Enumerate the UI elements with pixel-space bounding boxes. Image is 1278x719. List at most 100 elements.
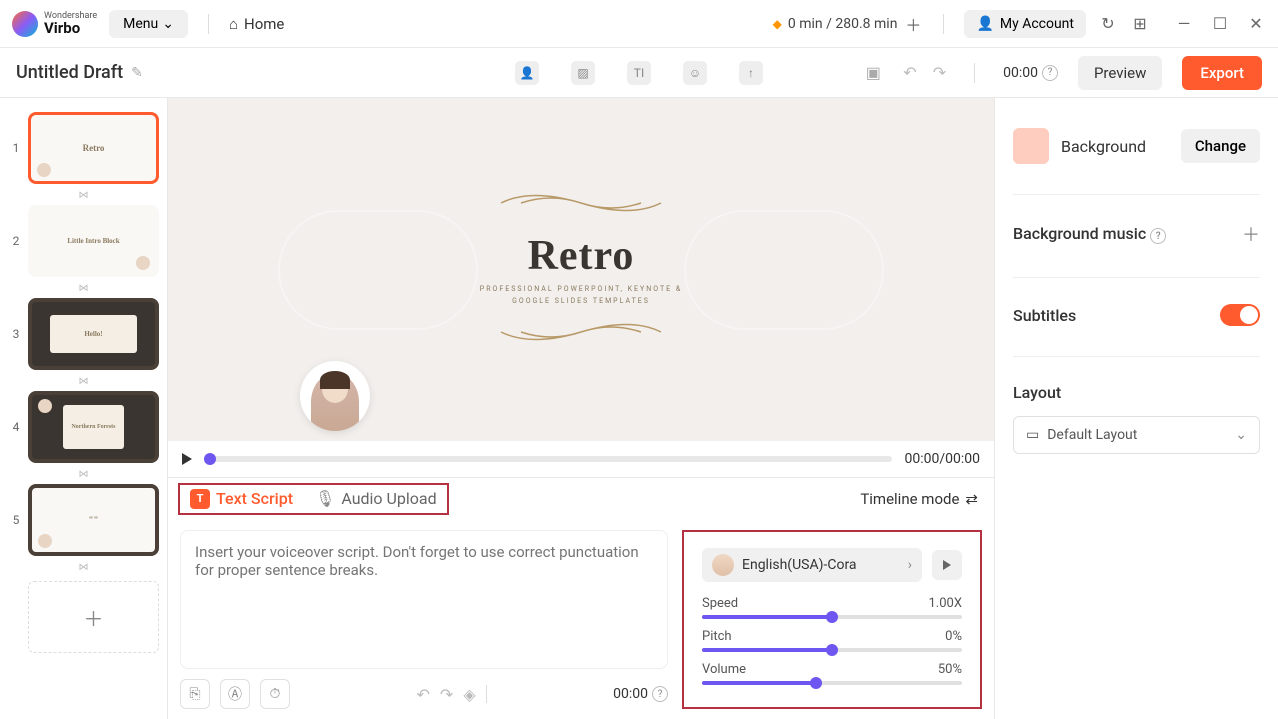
pause-tool[interactable]: ⏱ (260, 679, 290, 709)
slide-connector-icon: ⋈ (8, 283, 159, 294)
slider-knob[interactable] (826, 644, 838, 656)
voice-avatar-icon (712, 554, 734, 576)
slide-thumbnail[interactable]: Retro (28, 112, 159, 184)
thumb-title: Retro (83, 143, 105, 153)
slide-item[interactable]: 5 "" (8, 484, 159, 556)
progress-knob[interactable] (204, 453, 216, 465)
mic-icon: 🎙 (315, 489, 335, 508)
slide-item[interactable]: 3 Hello! (8, 298, 159, 370)
change-background-button[interactable]: Change (1181, 129, 1260, 163)
slide-thumbnail[interactable]: Little Intro Block (28, 205, 159, 277)
pitch-control: Pitch0% (702, 629, 962, 652)
layout-heading: Layout (1013, 383, 1260, 402)
slider-knob[interactable] (826, 611, 838, 623)
usage-time: ◆ 0 min / 280.8 min ＋ (773, 14, 924, 34)
background-row: Background Change (1013, 128, 1260, 164)
menu-button[interactable]: Menu ⌄ (109, 10, 188, 38)
volume-slider[interactable] (702, 681, 962, 685)
layout-section: Layout ▭ Default Layout ⌄ (1013, 383, 1260, 454)
edit-icon[interactable]: ✎ (131, 65, 143, 81)
minimize-button[interactable]: — (1174, 14, 1194, 34)
slide-title: Retro (480, 232, 682, 280)
decoration-swirl (278, 210, 478, 330)
pitch-slider[interactable] (702, 648, 962, 652)
play-button[interactable] (182, 453, 192, 465)
close-button[interactable]: ✕ (1246, 14, 1266, 34)
script-panel: T Text Script 🎙 Audio Upload Timeline mo… (168, 477, 994, 719)
voice-selector[interactable]: English(USA)-Cora › (702, 548, 922, 582)
refresh-button[interactable]: ↻ (1098, 14, 1118, 34)
slide-number: 4 (8, 420, 24, 434)
slide-thumbnail[interactable]: "" (28, 484, 159, 556)
text-tool-icon[interactable]: TI (627, 61, 651, 85)
avatar-element[interactable] (300, 361, 370, 431)
undo-button[interactable]: ↶ (903, 63, 916, 82)
layout-selector[interactable]: ▭ Default Layout ⌄ (1013, 416, 1260, 454)
slider-knob[interactable] (810, 677, 822, 689)
thumb-title: "" (89, 515, 99, 525)
layout-value: Default Layout (1047, 427, 1137, 443)
background-swatch[interactable] (1013, 128, 1049, 164)
subtitles-toggle[interactable] (1220, 304, 1260, 326)
slide-number: 2 (8, 234, 24, 248)
tabs-highlight-box: T Text Script 🎙 Audio Upload (178, 483, 449, 515)
apps-button[interactable]: ⊞ (1130, 14, 1150, 34)
draft-title[interactable]: Untitled Draft ✎ (16, 62, 143, 83)
slide-number: 3 (8, 327, 24, 341)
pitch-label: Pitch (702, 629, 732, 644)
thumb-title: Little Intro Block (67, 237, 119, 245)
export-button[interactable]: Export (1182, 56, 1262, 90)
ai-tool[interactable]: Ⓐ (220, 679, 250, 709)
divider (974, 63, 975, 83)
voice-preview-button[interactable] (932, 550, 962, 580)
main-area: 1 Retro ⋈ 2 Little Intro Block ⋈ 3 Hello… (0, 98, 1278, 719)
diamond-icon: ◆ (773, 17, 782, 31)
add-slide-button[interactable]: ＋ (28, 581, 159, 653)
slides-panel: 1 Retro ⋈ 2 Little Intro Block ⋈ 3 Hello… (0, 98, 168, 719)
tag-tool[interactable]: ◈ (463, 685, 475, 704)
slide-item[interactable]: 1 Retro (8, 112, 159, 184)
speed-label: Speed (702, 596, 738, 611)
home-button[interactable]: ⌂ Home (229, 15, 284, 33)
account-button[interactable]: 👤 My Account (964, 10, 1086, 38)
maximize-button[interactable]: ☐ (1210, 14, 1230, 34)
slide-item[interactable]: 2 Little Intro Block (8, 205, 159, 277)
slide-connector-icon: ⋈ (8, 190, 159, 201)
script-undo[interactable]: ↶ (417, 685, 430, 704)
script-input-area: ⎘ Ⓐ ⏱ ↶ ↷ ◈ 00:00 ? (180, 530, 668, 709)
help-icon[interactable]: ? (1042, 65, 1058, 81)
tab-text-script[interactable]: T Text Script (190, 489, 293, 509)
home-label: Home (244, 15, 284, 33)
slide-thumbnail[interactable]: Northern Forests (28, 391, 159, 463)
slide-subtitle: PROFESSIONAL POWERPOINT, KEYNOTE &GOOGLE… (480, 284, 682, 306)
progress-slider[interactable] (204, 456, 892, 462)
redo-button[interactable]: ↷ (933, 63, 946, 82)
swap-icon: ⇄ (965, 490, 978, 508)
volume-control: Volume50% (702, 662, 962, 685)
timeline-label: Timeline mode (860, 490, 959, 508)
translate-tool[interactable]: ⎘ (180, 679, 210, 709)
avatar-tool-icon[interactable]: 👤 (515, 61, 539, 85)
tab-audio-upload[interactable]: 🎙 Audio Upload (315, 489, 437, 508)
draft-title-text: Untitled Draft (16, 62, 123, 83)
help-icon[interactable]: ? (652, 686, 668, 702)
help-icon[interactable]: ? (1150, 228, 1166, 244)
slide-item[interactable]: 4 Northern Forests (8, 391, 159, 463)
slide-thumbnail[interactable]: Hello! (28, 298, 159, 370)
template-tool-icon[interactable]: ▨ (571, 61, 595, 85)
sticker-tool-icon[interactable]: ☺ (683, 61, 707, 85)
product-text: Virbo (44, 21, 97, 36)
add-time-button[interactable]: ＋ (903, 14, 923, 34)
preview-button[interactable]: Preview (1078, 56, 1162, 90)
add-music-button[interactable]: ＋ (1242, 221, 1260, 247)
save-button[interactable]: ▣ (863, 63, 883, 83)
timeline-mode-button[interactable]: Timeline mode ⇄ (860, 490, 984, 508)
slide-connector-icon: ⋈ (8, 562, 159, 573)
script-redo[interactable]: ↷ (440, 685, 453, 704)
voice-settings-box: English(USA)-Cora › Speed 1.00X Pitch0% (682, 530, 982, 709)
upload-tool-icon[interactable]: ↑ (739, 61, 763, 85)
speed-value: 1.00X (929, 596, 963, 611)
script-textarea[interactable] (180, 530, 668, 669)
speed-slider[interactable] (702, 615, 962, 619)
canvas[interactable]: Retro PROFESSIONAL POWERPOINT, KEYNOTE &… (168, 98, 994, 441)
